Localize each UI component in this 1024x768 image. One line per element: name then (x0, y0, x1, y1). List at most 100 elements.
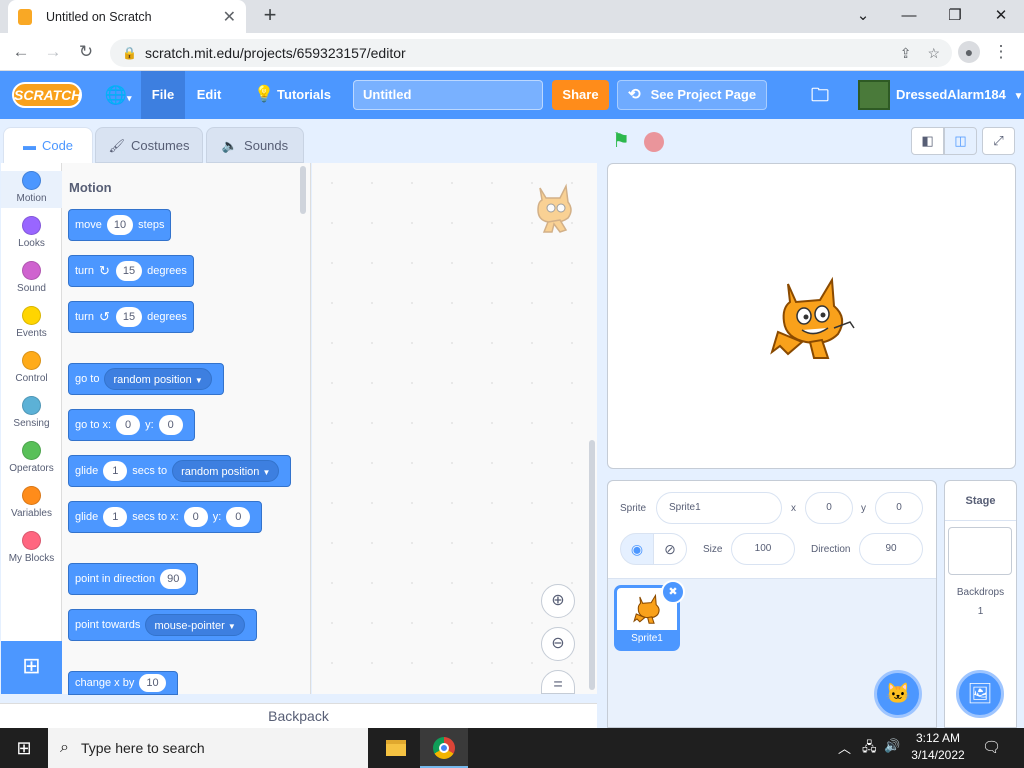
share-button[interactable]: Share (552, 80, 609, 110)
show-sprite-eye-icon[interactable]: ◉ (620, 533, 654, 565)
delete-sprite-trash-icon[interactable]: ✖ (661, 580, 685, 604)
block-input[interactable]: 0 (116, 415, 141, 435)
project-title-input[interactable]: Untitled (353, 80, 543, 110)
block-input[interactable]: 10 (106, 215, 134, 235)
share-page-icon[interactable]: ⇪ (900, 45, 912, 62)
normal-stage-icon[interactable]: ◫ (944, 127, 977, 155)
zoom-in-icon[interactable]: ⊕ (541, 584, 575, 618)
block-input[interactable]: 0 (226, 507, 251, 527)
block-input[interactable]: 1 (103, 461, 128, 481)
backpack-bar[interactable]: Backpack (0, 703, 597, 728)
browser-tab[interactable]: Untitled on Scratch ✕ (8, 0, 246, 33)
block-change-x[interactable]: change x by 10 (68, 671, 178, 695)
avatar[interactable] (858, 80, 890, 110)
taskbar-search-input[interactable]: ⌕ Type here to search (48, 728, 368, 768)
tab-costumes[interactable]: 🖌 Costumes (95, 127, 203, 163)
block-go-to-xy[interactable]: go to x: 0 y: 0 (68, 409, 195, 441)
hide-sprite-eye-icon[interactable]: ⊘ (653, 533, 687, 565)
category-motion[interactable]: Motion (1, 171, 62, 208)
block-text: y: (212, 511, 222, 523)
block-turn-right[interactable]: turn ↻ 15 degrees (68, 255, 194, 287)
stop-sign-icon[interactable] (644, 132, 664, 152)
block-point-towards[interactable]: point towards mouse-pointer ▼ (68, 609, 257, 641)
category-label: Looks (18, 238, 45, 249)
block-input[interactable]: 90 (160, 569, 187, 589)
block-dropdown[interactable]: random position ▼ (172, 460, 280, 482)
profile-icon[interactable]: ● (958, 41, 980, 63)
back-icon[interactable]: ← (10, 41, 32, 63)
sound-dot-icon (22, 261, 41, 280)
notification-icon[interactable]: 🗨 (982, 738, 1001, 756)
edit-menu[interactable]: Edit (190, 71, 228, 119)
see-project-page-button[interactable]: ⟲ See Project Page (617, 80, 767, 110)
kebab-menu-icon[interactable]: ⋮ (990, 41, 1012, 63)
choose-backdrop-button[interactable]: 🖼 (956, 670, 1004, 718)
block-dropdown[interactable]: mouse-pointer ▼ (145, 614, 245, 636)
my-stuff-folder-icon[interactable]: 🗀 (805, 71, 835, 119)
block-move-steps[interactable]: move 10 steps (68, 209, 172, 241)
palette-scrollbar[interactable] (300, 166, 306, 214)
account-username[interactable]: DressedAlarm184 ▼ (896, 71, 1023, 119)
choose-sprite-button[interactable]: 🐱 (874, 670, 922, 718)
block-turn-left[interactable]: turn ↺ 15 degrees (68, 301, 194, 333)
zoom-out-icon[interactable]: ⊖ (541, 627, 575, 661)
category-looks[interactable]: Looks (1, 216, 62, 249)
green-flag-icon[interactable]: ⚑ (612, 131, 630, 151)
chrome-icon[interactable] (420, 728, 468, 768)
cat-sprite[interactable] (766, 272, 856, 364)
close-window-icon[interactable]: ✕ (978, 4, 1024, 28)
y-position-input[interactable]: 0 (875, 492, 923, 524)
category-sound[interactable]: Sound (1, 261, 62, 294)
add-extension-button[interactable]: ⊞ (1, 641, 62, 694)
block-input[interactable]: 10 (139, 674, 166, 692)
restore-icon[interactable]: ❐ (932, 4, 978, 28)
windows-start-icon[interactable]: ⊞ (0, 728, 48, 768)
category-variables[interactable]: Variables (1, 486, 62, 519)
close-tab-icon[interactable]: ✕ (223, 7, 236, 27)
block-text: secs to (132, 465, 168, 477)
tab-sounds[interactable]: 🔈 Sounds (206, 127, 304, 163)
tutorials-menu[interactable]: Tutorials (277, 71, 331, 119)
fullscreen-icon[interactable]: ⤢ (982, 127, 1015, 155)
block-input[interactable]: 0 (158, 415, 183, 435)
file-explorer-icon[interactable] (372, 728, 420, 768)
block-input[interactable]: 15 (115, 307, 143, 327)
category-operators[interactable]: Operators (1, 441, 62, 474)
direction-input[interactable]: 90 (859, 533, 923, 565)
block-input[interactable]: 0 (183, 507, 208, 527)
url-bar[interactable]: 🔒 scratch.mit.edu/projects/659323157/edi… (110, 39, 952, 67)
chevron-up-icon[interactable]: ︿ (838, 738, 851, 757)
block-glide-to[interactable]: glide 1 secs to random position ▼ (68, 455, 292, 487)
url-text[interactable]: scratch.mit.edu/projects/659323157/edito… (145, 45, 884, 61)
file-menu[interactable]: File (141, 71, 185, 119)
bookmark-star-icon[interactable]: ☆ (927, 45, 940, 62)
category-sensing[interactable]: Sensing (1, 396, 62, 429)
small-stage-icon[interactable]: ◧ (911, 127, 944, 155)
block-input[interactable]: 15 (115, 261, 143, 281)
minimize-icon[interactable]: — (886, 4, 932, 28)
category-control[interactable]: Control (1, 351, 62, 384)
chevron-down-icon[interactable]: ⌄ (840, 4, 886, 28)
sprite-name-input[interactable]: Sprite1 (656, 492, 782, 524)
forward-icon[interactable]: → (42, 41, 64, 63)
scratch-logo[interactable]: SCRATCH (12, 82, 82, 108)
block-input[interactable]: 1 (103, 507, 128, 527)
block-dropdown[interactable]: random position ▼ (104, 368, 212, 390)
block-go-to[interactable]: go to random position ▼ (68, 363, 224, 395)
block-point-in-direction[interactable]: point in direction 90 (68, 563, 199, 595)
size-input[interactable]: 100 (731, 533, 795, 565)
category-events[interactable]: Events (1, 306, 62, 339)
tab-code[interactable]: ▬ Code (3, 127, 93, 163)
taskbar-clock[interactable]: 3:12 AM 3/14/2022 (900, 730, 976, 764)
volume-icon[interactable]: 🔊 (884, 738, 900, 754)
network-icon[interactable]: 🖧 (862, 738, 877, 760)
new-tab-button[interactable]: + (258, 4, 282, 28)
x-position-input[interactable]: 0 (805, 492, 853, 524)
category-label: Control (15, 373, 48, 384)
block-glide-to-xy[interactable]: glide 1 secs to x: 0 y: 0 (68, 501, 263, 533)
reload-icon[interactable]: ↻ (75, 41, 97, 63)
workspace-scrollbar[interactable] (589, 440, 595, 690)
stage-thumbnail[interactable] (948, 527, 1012, 575)
category-my-blocks[interactable]: My Blocks (1, 531, 62, 564)
language-globe-icon[interactable]: 🌐▾ (98, 71, 138, 119)
